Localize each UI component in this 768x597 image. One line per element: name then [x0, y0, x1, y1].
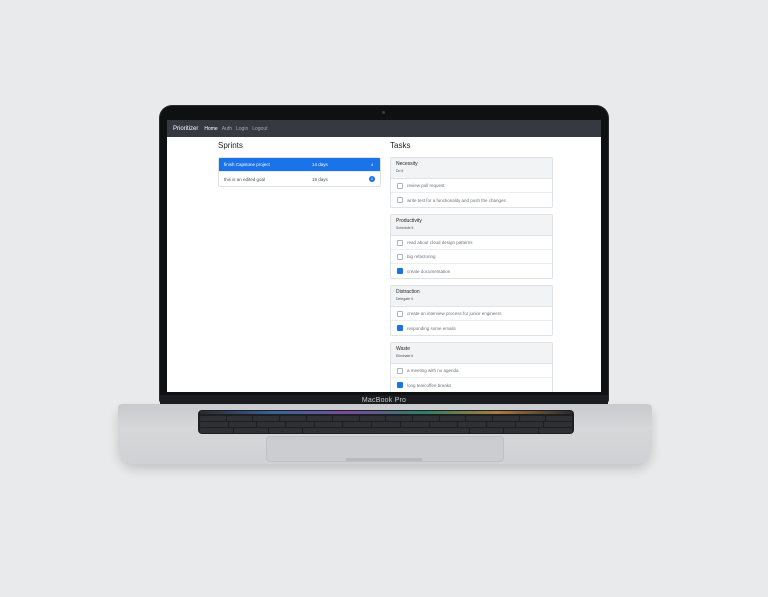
task-checkbox-checked[interactable]: [397, 382, 403, 388]
sprint-name: finish Capstone project: [224, 162, 270, 167]
tasks-heading: Tasks: [390, 141, 411, 150]
task-group-necessity: Necessity Do it review pull request writ…: [390, 157, 553, 208]
group-subtitle: Eliminate it: [396, 354, 414, 358]
task-row: long tea/coffee breaks: [391, 378, 552, 392]
task-text: create an interview process for junior e…: [407, 311, 502, 316]
keyboard-row: [200, 428, 572, 433]
task-checkbox-checked[interactable]: [397, 325, 403, 331]
task-group-productivity: Productivity Schedule it read about clou…: [390, 214, 553, 279]
sprints-heading: Sprints: [218, 141, 243, 150]
task-row: a meeting with no agenda: [391, 364, 552, 378]
sprint-days: 19 days: [312, 176, 328, 182]
card-header: Productivity Schedule it: [391, 215, 552, 236]
sprint-days: 14 days: [312, 162, 328, 167]
task-text: big refactoring: [407, 254, 436, 259]
group-title: Distraction: [396, 289, 420, 295]
task-checkbox[interactable]: [397, 310, 403, 317]
keyboard-row: [200, 422, 572, 427]
task-text: create documentation: [407, 268, 451, 274]
task-checkbox[interactable]: [397, 367, 403, 374]
card-header: Distraction Delegate it: [391, 286, 552, 307]
task-checkbox[interactable]: [397, 182, 403, 189]
sprint-item[interactable]: finish Capstone project 14 days 4: [219, 158, 380, 172]
task-text: responding some emails: [407, 325, 456, 331]
task-group-distraction: Distraction Delegate it create an interv…: [390, 285, 553, 336]
task-text: read about cloud design patterns: [407, 240, 473, 245]
base-notch: [346, 458, 422, 461]
touch-bar: [200, 411, 572, 414]
task-row: write test for a functionality and push …: [391, 193, 552, 207]
task-checkbox[interactable]: [397, 239, 403, 246]
task-checkbox[interactable]: [397, 253, 403, 260]
task-row: responding some emails: [391, 321, 552, 335]
task-row: create an interview process for junior e…: [391, 307, 552, 321]
sprint-name: this is an edited goal: [224, 176, 266, 182]
sprints-column: Sprints finish Capstone project 14 days …: [218, 140, 381, 187]
laptop-base: [118, 404, 652, 464]
laptop-screen: Prioritizer Home Auth Login Logout Sprin…: [167, 120, 601, 392]
nav-brand[interactable]: Prioritizer: [173, 126, 198, 132]
sprint-list: finish Capstone project 14 days 4 this i…: [218, 157, 381, 187]
nav-link-home[interactable]: Home: [204, 126, 217, 132]
camera-icon: [382, 111, 385, 114]
task-checkbox[interactable]: [397, 197, 403, 203]
task-row: read about cloud design patterns: [391, 236, 552, 250]
nav-link-login[interactable]: Login: [236, 126, 248, 132]
nav-link-auth[interactable]: Auth: [222, 126, 232, 132]
task-row: big refactoring: [391, 250, 552, 264]
keyboard: [198, 410, 574, 434]
keyboard-row: [200, 416, 572, 421]
tasks-column: Tasks Necessity Do it review pull reques…: [390, 140, 553, 392]
card-header: Waste Eliminate it: [391, 343, 552, 364]
task-row: review pull request: [391, 179, 552, 193]
task-row: create documentation: [391, 264, 552, 278]
group-title: Productivity: [396, 218, 422, 224]
group-subtitle: Do it: [396, 169, 404, 173]
sprint-count-badge: 1: [369, 176, 375, 182]
navbar: Prioritizer Home Auth Login Logout: [167, 120, 601, 137]
sprint-count-badge: 4: [370, 162, 374, 167]
task-group-waste: Waste Eliminate it a meeting with no age…: [390, 342, 553, 392]
nav-link-logout[interactable]: Logout: [252, 126, 267, 132]
group-title: Necessity: [396, 161, 418, 167]
card-header: Necessity Do it: [391, 158, 552, 179]
group-title: Waste: [396, 346, 410, 352]
group-subtitle: Delegate it: [396, 297, 413, 301]
task-text: review pull request: [407, 183, 445, 188]
task-text: a meeting with no agenda: [407, 368, 459, 373]
laptop-lid: Prioritizer Home Auth Login Logout Sprin…: [160, 106, 608, 402]
sprint-item[interactable]: this is an edited goal 19 days 1: [219, 172, 380, 186]
task-checkbox-checked[interactable]: [397, 268, 403, 274]
task-text: write test for a functionality and push …: [407, 197, 506, 203]
group-subtitle: Schedule it: [396, 226, 414, 230]
task-text: long tea/coffee breaks: [407, 382, 452, 388]
